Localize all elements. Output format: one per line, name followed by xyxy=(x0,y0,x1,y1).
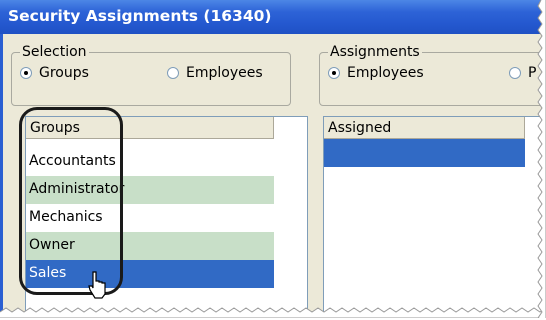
assigned-column-header[interactable]: Assigned xyxy=(324,117,525,139)
radio-employees[interactable]: Employees xyxy=(167,65,263,81)
radio-employees-label: Employees xyxy=(186,65,263,81)
radio-assign-employees-label: Employees xyxy=(347,65,424,81)
radio-button-icon[interactable] xyxy=(328,67,340,79)
selection-group: Selection Groups Employees xyxy=(11,44,291,106)
highlight-callout xyxy=(19,107,123,295)
assigned-list[interactable]: Assigned xyxy=(323,116,546,318)
assignments-legend: Assignments xyxy=(328,44,422,60)
radio-button-icon[interactable] xyxy=(509,67,521,79)
selection-legend: Selection xyxy=(20,44,89,60)
radio-button-icon[interactable] xyxy=(167,67,179,79)
hand-pointer-icon xyxy=(88,271,106,299)
torn-bottom-edge xyxy=(0,307,546,318)
window-title: Security Assignments (16340) xyxy=(8,7,272,25)
radio-groups-label: Groups xyxy=(39,65,89,81)
radio-groups[interactable]: Groups xyxy=(20,65,89,81)
radio-button-icon[interactable] xyxy=(20,67,32,79)
torn-right-edge xyxy=(537,0,546,318)
security-assignments-window: Security Assignments (16340) Selection G… xyxy=(0,0,546,318)
assignments-group: Assignments Employees P xyxy=(319,44,546,106)
title-bar[interactable]: Security Assignments (16340) xyxy=(0,0,546,34)
radio-assign-other[interactable]: P xyxy=(509,65,536,81)
radio-assign-employees[interactable]: Employees xyxy=(328,65,424,81)
list-item-selected[interactable] xyxy=(324,139,525,167)
